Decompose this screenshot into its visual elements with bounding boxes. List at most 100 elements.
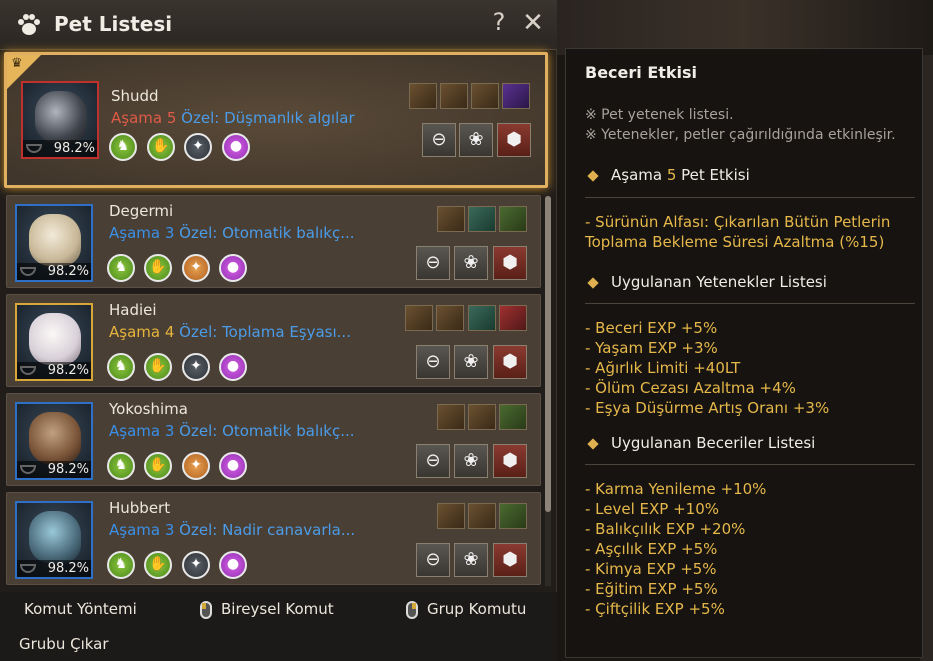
cat-skill-icon[interactable]: ♞ — [107, 551, 135, 579]
unseal-button[interactable]: ⬢ — [497, 123, 531, 157]
pet-card-shudd[interactable]: ♛ 98.2% Shudd Aşama 5 Özel: Düşmanlık al… — [4, 52, 548, 188]
paw-command-button[interactable]: ❀ — [454, 444, 488, 478]
close-button[interactable]: ✕ — [518, 8, 548, 40]
pet-list-panel: Pet Listesi ? ✕ ♛ 98.2% Shudd Aşama 5 Öz… — [0, 0, 557, 661]
hand-skill-icon[interactable]: ✋ — [144, 452, 172, 480]
pet-portrait[interactable]: 98.2% — [15, 303, 93, 381]
section-stage-number: 5 — [666, 166, 677, 184]
individual-command-button[interactable]: Bireysel Komut — [221, 600, 334, 618]
help-button[interactable]: ? — [486, 8, 512, 40]
unseal-button[interactable]: ⬢ — [493, 543, 527, 577]
pet-portrait[interactable]: 98.2% — [15, 204, 93, 282]
talent-item: - Ağırlık Limiti +40LT — [585, 359, 741, 377]
timer-trait-icon[interactable] — [436, 305, 464, 331]
hand-skill-icon[interactable]: ✋ — [147, 133, 175, 161]
hand-trait-icon[interactable] — [499, 503, 527, 529]
timer-trait-icon[interactable] — [471, 83, 499, 109]
section-prefix: Aşama — [611, 166, 667, 184]
feed-button[interactable]: ⊖ — [416, 444, 450, 478]
cat-skill-icon[interactable]: ♞ — [107, 353, 135, 381]
flask-trait-icon[interactable] — [409, 83, 437, 109]
skill-item: - Aşçılık EXP +5% — [585, 540, 718, 558]
left-mouse-icon — [200, 601, 212, 619]
scroll-thumb[interactable] — [545, 196, 551, 512]
cat-skill-icon[interactable]: ♞ — [107, 452, 135, 480]
hunger-percent: 98.2% — [17, 461, 91, 478]
feed-button[interactable]: ⊖ — [416, 345, 450, 379]
feed-button[interactable]: ⊖ — [422, 123, 456, 157]
horse-trait-icon[interactable] — [437, 404, 465, 430]
pet-portrait[interactable]: 98.2% — [15, 402, 93, 480]
bag-skill-icon[interactable]: ● — [219, 254, 247, 282]
pet-image — [35, 91, 87, 143]
skill-item: - Balıkçılık EXP +20% — [585, 520, 746, 538]
pet-portrait[interactable]: 98.2% — [15, 501, 93, 579]
bag-skill-icon[interactable]: ● — [219, 452, 247, 480]
pet-card-hadiei[interactable]: 98.2% Hadiei Aşama 4 Özel: Toplama Eşyas… — [6, 294, 541, 387]
background-scene — [555, 0, 933, 55]
hunger-percent: 98.2% — [17, 560, 91, 577]
diamond-icon — [587, 169, 599, 182]
rank-trait-icon[interactable] — [499, 206, 527, 232]
diamond-icon — [587, 437, 599, 450]
paw-command-button[interactable]: ❀ — [459, 123, 493, 157]
wing-trait-icon[interactable] — [468, 206, 496, 232]
section-skills-label: Uygulanan Beceriler Listesi — [611, 434, 816, 452]
divider — [585, 464, 915, 465]
pet-stage: Aşama 4 — [109, 323, 175, 341]
talent-item: - Ölüm Cezası Azaltma +4% — [585, 379, 796, 397]
target-trait-icon[interactable] — [499, 305, 527, 331]
bag-skill-icon[interactable]: ● — [219, 353, 247, 381]
pet-special: Özel: Otomatik balıkç... — [179, 224, 355, 242]
scrollbar[interactable] — [545, 196, 551, 586]
bag-skill-icon[interactable]: ● — [222, 133, 250, 161]
group-command-button[interactable]: Grup Komutu — [427, 600, 526, 618]
pet-portrait[interactable]: 98.2% — [21, 81, 99, 159]
food-trait-icon[interactable] — [440, 83, 468, 109]
feed-button[interactable]: ⊖ — [416, 246, 450, 280]
unseal-button[interactable]: ⬢ — [493, 444, 527, 478]
pet-name: Hadiei — [109, 301, 157, 319]
talent-item: - Yaşam EXP +3% — [585, 339, 718, 357]
skill-item: - Çiftçilik EXP +5% — [585, 600, 725, 618]
compass-skill-icon[interactable]: ✦ — [182, 353, 210, 381]
pet-stage-line: Aşama 5 Özel: Düşmanlık algılar — [111, 109, 355, 127]
section-talents-label: Uygulanan Yetenekler Listesi — [611, 273, 827, 291]
timer-trait-icon[interactable] — [468, 404, 496, 430]
crown-icon: ♛ — [11, 56, 23, 71]
feed-button[interactable]: ⊖ — [416, 543, 450, 577]
bag-skill-icon[interactable]: ● — [219, 551, 247, 579]
pet-card-yokoshima[interactable]: 98.2% Yokoshima Aşama 3 Özel: Otomatik b… — [6, 393, 541, 486]
flask-trait-icon[interactable] — [437, 503, 465, 529]
arrow-trait-icon[interactable] — [502, 83, 530, 109]
compass-skill-icon[interactable]: ✦ — [182, 551, 210, 579]
compass-skill-icon[interactable]: ✦ — [182, 452, 210, 480]
pet-image — [29, 313, 81, 365]
pet-card-hubbert[interactable]: 98.2% Hubbert Aşama 3 Özel: Nadir canava… — [6, 492, 541, 585]
compass-skill-icon[interactable]: ✦ — [182, 254, 210, 282]
remove-group-button[interactable]: Grubu Çıkar — [19, 635, 109, 653]
pet-name: Degermi — [109, 202, 174, 220]
wing-trait-icon[interactable] — [468, 305, 496, 331]
section-talents: Uygulanan Yetenekler Listesi — [585, 273, 827, 291]
cat-skill-icon[interactable]: ♞ — [107, 254, 135, 282]
axe-trait-icon[interactable] — [437, 206, 465, 232]
tooltip-note-1: ※ Pet yetenek listesi. — [585, 107, 734, 123]
hand-skill-icon[interactable]: ✋ — [144, 353, 172, 381]
paw-command-button[interactable]: ❀ — [454, 345, 488, 379]
compass-skill-icon[interactable]: ✦ — [184, 133, 212, 161]
paw-command-button[interactable]: ❀ — [454, 246, 488, 280]
pet-name: Shudd — [111, 87, 159, 105]
pet-card-degermi[interactable]: 98.2% Degermi Aşama 3 Özel: Otomatik bal… — [6, 195, 541, 288]
paw-command-button[interactable]: ❀ — [454, 543, 488, 577]
unseal-button[interactable]: ⬢ — [493, 246, 527, 280]
gather-trait-icon[interactable] — [405, 305, 433, 331]
hand-skill-icon[interactable]: ✋ — [144, 551, 172, 579]
skill-item: - Karma Yenileme +10% — [585, 480, 767, 498]
talent-item: - Beceri EXP +5% — [585, 319, 718, 337]
hand-skill-icon[interactable]: ✋ — [144, 254, 172, 282]
cat-skill-icon[interactable]: ♞ — [109, 133, 137, 161]
axe-trait-icon[interactable] — [468, 503, 496, 529]
pickaxe-trait-icon[interactable] — [499, 404, 527, 430]
unseal-button[interactable]: ⬢ — [493, 345, 527, 379]
